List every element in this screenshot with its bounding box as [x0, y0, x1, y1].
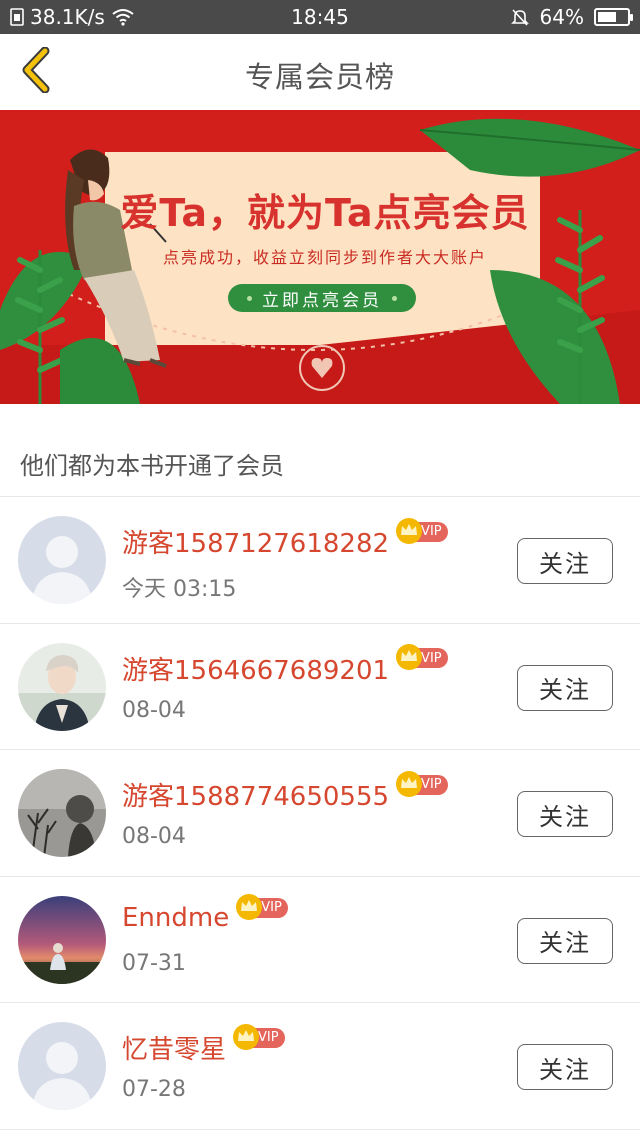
crown-icon — [396, 517, 423, 544]
member-row: 忆昔零星 VIP 07-28 关注 — [0, 1003, 640, 1130]
follow-button[interactable]: 关注 — [517, 1044, 613, 1090]
follow-button[interactable]: 关注 — [517, 917, 613, 964]
member-row: 游客1588774650555 VIP 08-04 关注 — [0, 750, 640, 877]
nav-header: 专属会员榜 — [0, 34, 640, 110]
vip-badge: VIP — [233, 1023, 285, 1050]
crown-icon — [396, 644, 423, 670]
status-bar: 38.1K/s 18:45 64% — [0, 0, 640, 34]
member-name[interactable]: 忆昔零星 — [122, 1029, 226, 1066]
member-list: 游客1587127618282 VIP 今天 03:15 关注 游客156466… — [0, 497, 640, 1130]
light-up-membership-button[interactable]: 立即点亮会员 — [228, 284, 416, 312]
member-name[interactable]: 游客1588774650555 — [122, 776, 389, 813]
page-title: 专属会员榜 — [244, 60, 395, 94]
crown-icon — [233, 1023, 260, 1050]
promo-banner[interactable]: 爱Ta，就为Ta点亮会员 点亮成功，收益立刻同步到作者大大账户 立即点亮会员 — [0, 110, 640, 404]
member-name[interactable]: Enndme — [122, 903, 229, 933]
vip-badge: VIP — [396, 770, 448, 797]
vip-label: VIP — [261, 900, 282, 915]
mute-bell-icon — [510, 7, 530, 27]
member-time: 08-04 — [122, 697, 186, 723]
section-title: 他们都为本书开通了会员 — [20, 452, 284, 480]
vip-label: VIP — [421, 777, 442, 792]
dot-decoration — [392, 295, 397, 301]
banner-title: 爱Ta，就为Ta点亮会员 — [120, 191, 530, 235]
vip-label: VIP — [421, 650, 442, 666]
follow-button[interactable]: 关注 — [517, 664, 613, 711]
avatar[interactable] — [18, 516, 106, 604]
member-name[interactable]: 游客1587127618282 — [122, 523, 389, 560]
avatar[interactable] — [18, 895, 106, 984]
vip-badge: VIP — [236, 893, 288, 920]
vip-label: VIP — [421, 524, 442, 539]
member-time: 08-04 — [122, 824, 186, 849]
avatar[interactable] — [18, 1022, 106, 1110]
banner-subtitle: 点亮成功，收益立刻同步到作者大大账户 — [162, 248, 487, 267]
member-row: 游客1587127618282 VIP 今天 03:15 关注 — [0, 497, 640, 624]
member-name[interactable]: 游客1564667689201 — [122, 650, 389, 687]
battery-fill — [598, 12, 616, 22]
light-up-button-label: 立即点亮会员 — [262, 290, 382, 311]
follow-button[interactable]: 关注 — [517, 538, 613, 584]
battery-icon — [594, 8, 633, 26]
follow-button[interactable]: 关注 — [517, 791, 613, 837]
avatar[interactable] — [18, 642, 106, 731]
dot-decoration — [247, 295, 252, 301]
vip-badge: VIP — [396, 517, 448, 544]
member-row: Enndme VIP 07-31 关注 — [0, 877, 640, 1003]
vip-badge: VIP — [396, 644, 448, 670]
crown-icon — [236, 893, 263, 920]
avatar[interactable] — [18, 769, 106, 857]
member-time: 今天 03:15 — [122, 577, 237, 602]
battery-percent: 64% — [539, 5, 584, 29]
crown-icon — [396, 770, 423, 797]
member-time: 07-31 — [122, 950, 186, 976]
member-time: 07-28 — [122, 1077, 186, 1102]
vip-label: VIP — [258, 1030, 279, 1045]
member-row: 游客1564667689201 VIP 08-04 关注 — [0, 624, 640, 750]
